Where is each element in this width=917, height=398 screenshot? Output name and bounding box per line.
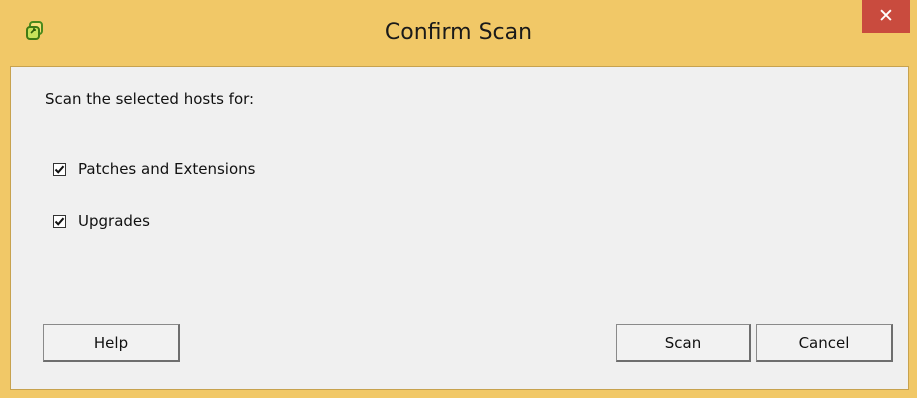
title-bar[interactable]: Confirm Scan ✕ (0, 0, 917, 66)
dialog-content: Scan the selected hosts for: Patches and… (10, 66, 909, 390)
confirm-scan-dialog: Confirm Scan ✕ Scan the selected hosts f… (0, 0, 917, 398)
patches-extensions-checkbox[interactable] (53, 162, 66, 176)
cancel-button[interactable]: Cancel (756, 324, 893, 362)
window-title: Confirm Scan (384, 20, 533, 45)
patches-extensions-label[interactable]: Patches and Extensions (78, 159, 255, 179)
checkmark-icon (54, 217, 65, 226)
scan-prompt-label: Scan the selected hosts for: (45, 90, 255, 108)
patches-extensions-option[interactable]: Patches and Extensions (53, 159, 255, 179)
help-button[interactable]: Help (43, 324, 180, 362)
upgrades-option[interactable]: Upgrades (53, 211, 150, 231)
checkmark-icon (54, 165, 65, 174)
scan-button[interactable]: Scan (616, 324, 751, 362)
close-icon: ✕ (878, 5, 894, 27)
close-button[interactable]: ✕ (862, 0, 910, 33)
upgrades-label[interactable]: Upgrades (78, 211, 150, 231)
upgrades-checkbox[interactable] (53, 214, 66, 228)
